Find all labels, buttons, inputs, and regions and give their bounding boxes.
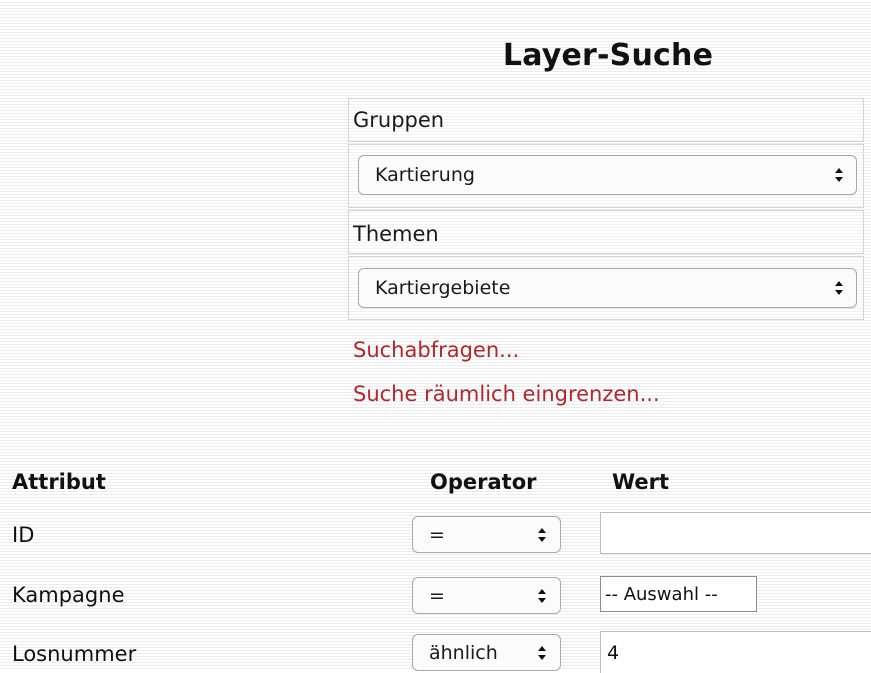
themes-select-value: Kartiergebiete: [375, 277, 511, 299]
value-select-kampagne[interactable]: -- Auswahl --: [600, 576, 757, 612]
groups-select-value: Kartierung: [375, 164, 475, 186]
chevron-up-down-icon: [532, 586, 552, 606]
spatial-search-link[interactable]: Suche räumlich eingrenzen...: [353, 382, 660, 406]
search-queries-link[interactable]: Suchabfragen...: [353, 338, 519, 362]
operator-select-id[interactable]: =: [412, 516, 561, 553]
themes-select[interactable]: Kartiergebiete: [358, 268, 857, 308]
chevron-up-down-icon: [532, 643, 552, 663]
page-title: Layer-Suche: [502, 38, 714, 73]
value-column-header: Wert: [612, 470, 670, 494]
operator-select-losnummer[interactable]: ähnlich: [412, 634, 561, 671]
chevron-up-down-icon: [828, 278, 850, 298]
operator-select-value: ähnlich: [429, 641, 498, 664]
chevron-up-down-icon: [532, 525, 552, 545]
chevron-up-down-icon: [828, 165, 850, 185]
value-input-id[interactable]: [600, 512, 871, 554]
groups-label: Gruppen: [353, 108, 445, 132]
attribute-label-kampagne: Kampagne: [12, 583, 125, 607]
operator-select-value: =: [429, 584, 445, 607]
attribute-column-header: Attribut: [12, 470, 106, 494]
themes-label: Themen: [353, 222, 439, 246]
value-input-losnummer[interactable]: 4: [600, 631, 871, 673]
attribute-label-losnummer: Losnummer: [12, 642, 137, 666]
operator-column-header: Operator: [430, 470, 537, 494]
operator-select-kampagne[interactable]: =: [412, 577, 561, 614]
attribute-label-id: ID: [12, 523, 35, 547]
operator-select-value: =: [429, 523, 445, 546]
groups-select[interactable]: Kartierung: [358, 155, 857, 195]
